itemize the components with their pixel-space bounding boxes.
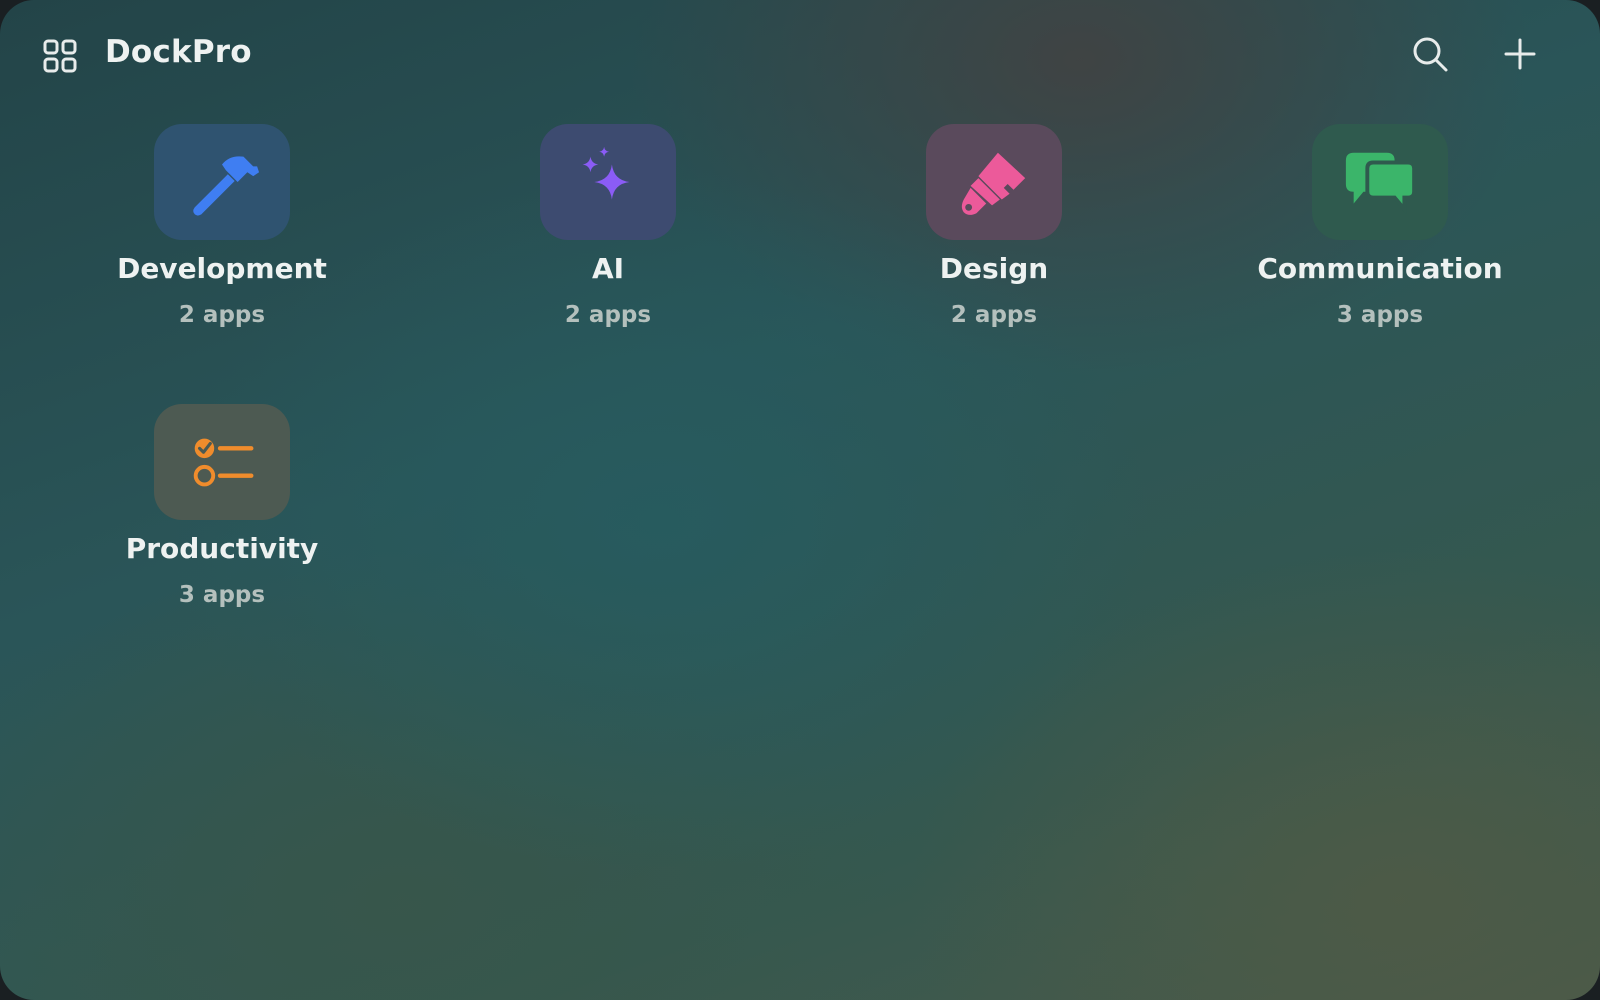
group-app-count: 3 apps bbox=[178, 582, 266, 608]
group-app-count: 2 apps bbox=[564, 302, 652, 328]
tile-icon-box bbox=[154, 124, 290, 240]
search-icon bbox=[1413, 37, 1448, 72]
group-tile-communication[interactable]: Communication 3 apps bbox=[1218, 124, 1538, 364]
tile-icon-box bbox=[540, 124, 676, 240]
group-name: Design bbox=[939, 252, 1049, 285]
tile-icon-box bbox=[1312, 124, 1448, 240]
group-app-count: 2 apps bbox=[178, 302, 266, 328]
tile-icon-box bbox=[926, 124, 1062, 240]
search-button[interactable] bbox=[1410, 34, 1450, 74]
grid-icon bbox=[43, 39, 77, 73]
checklist-icon bbox=[193, 438, 254, 487]
tile-icon-box bbox=[154, 404, 290, 520]
group-tile-productivity[interactable]: Productivity 3 apps bbox=[60, 404, 380, 644]
group-tile-development[interactable]: Development 2 apps bbox=[60, 124, 380, 364]
group-name: Development bbox=[117, 252, 327, 285]
hammer-icon bbox=[193, 156, 260, 216]
group-name: Communication bbox=[1257, 252, 1503, 285]
plus-icon bbox=[1504, 38, 1536, 70]
group-name: Productivity bbox=[125, 532, 319, 565]
chat-bubbles-icon bbox=[1345, 152, 1417, 215]
group-name: AI bbox=[591, 252, 625, 285]
group-app-count: 3 apps bbox=[1336, 302, 1424, 328]
header-bar: DockPro bbox=[0, 0, 1600, 110]
group-tile-design[interactable]: Design 2 apps bbox=[832, 124, 1152, 364]
group-app-count: 2 apps bbox=[950, 302, 1038, 328]
add-button[interactable] bbox=[1500, 34, 1540, 74]
group-tile-ai[interactable]: AI 2 apps bbox=[446, 124, 766, 364]
sparkles-icon bbox=[582, 146, 630, 200]
dockpro-window: DockPro Development 2 apps AI 2 apps Des… bbox=[0, 0, 1600, 1000]
paintbrush-icon bbox=[961, 152, 1026, 215]
app-title: DockPro bbox=[105, 34, 252, 70]
